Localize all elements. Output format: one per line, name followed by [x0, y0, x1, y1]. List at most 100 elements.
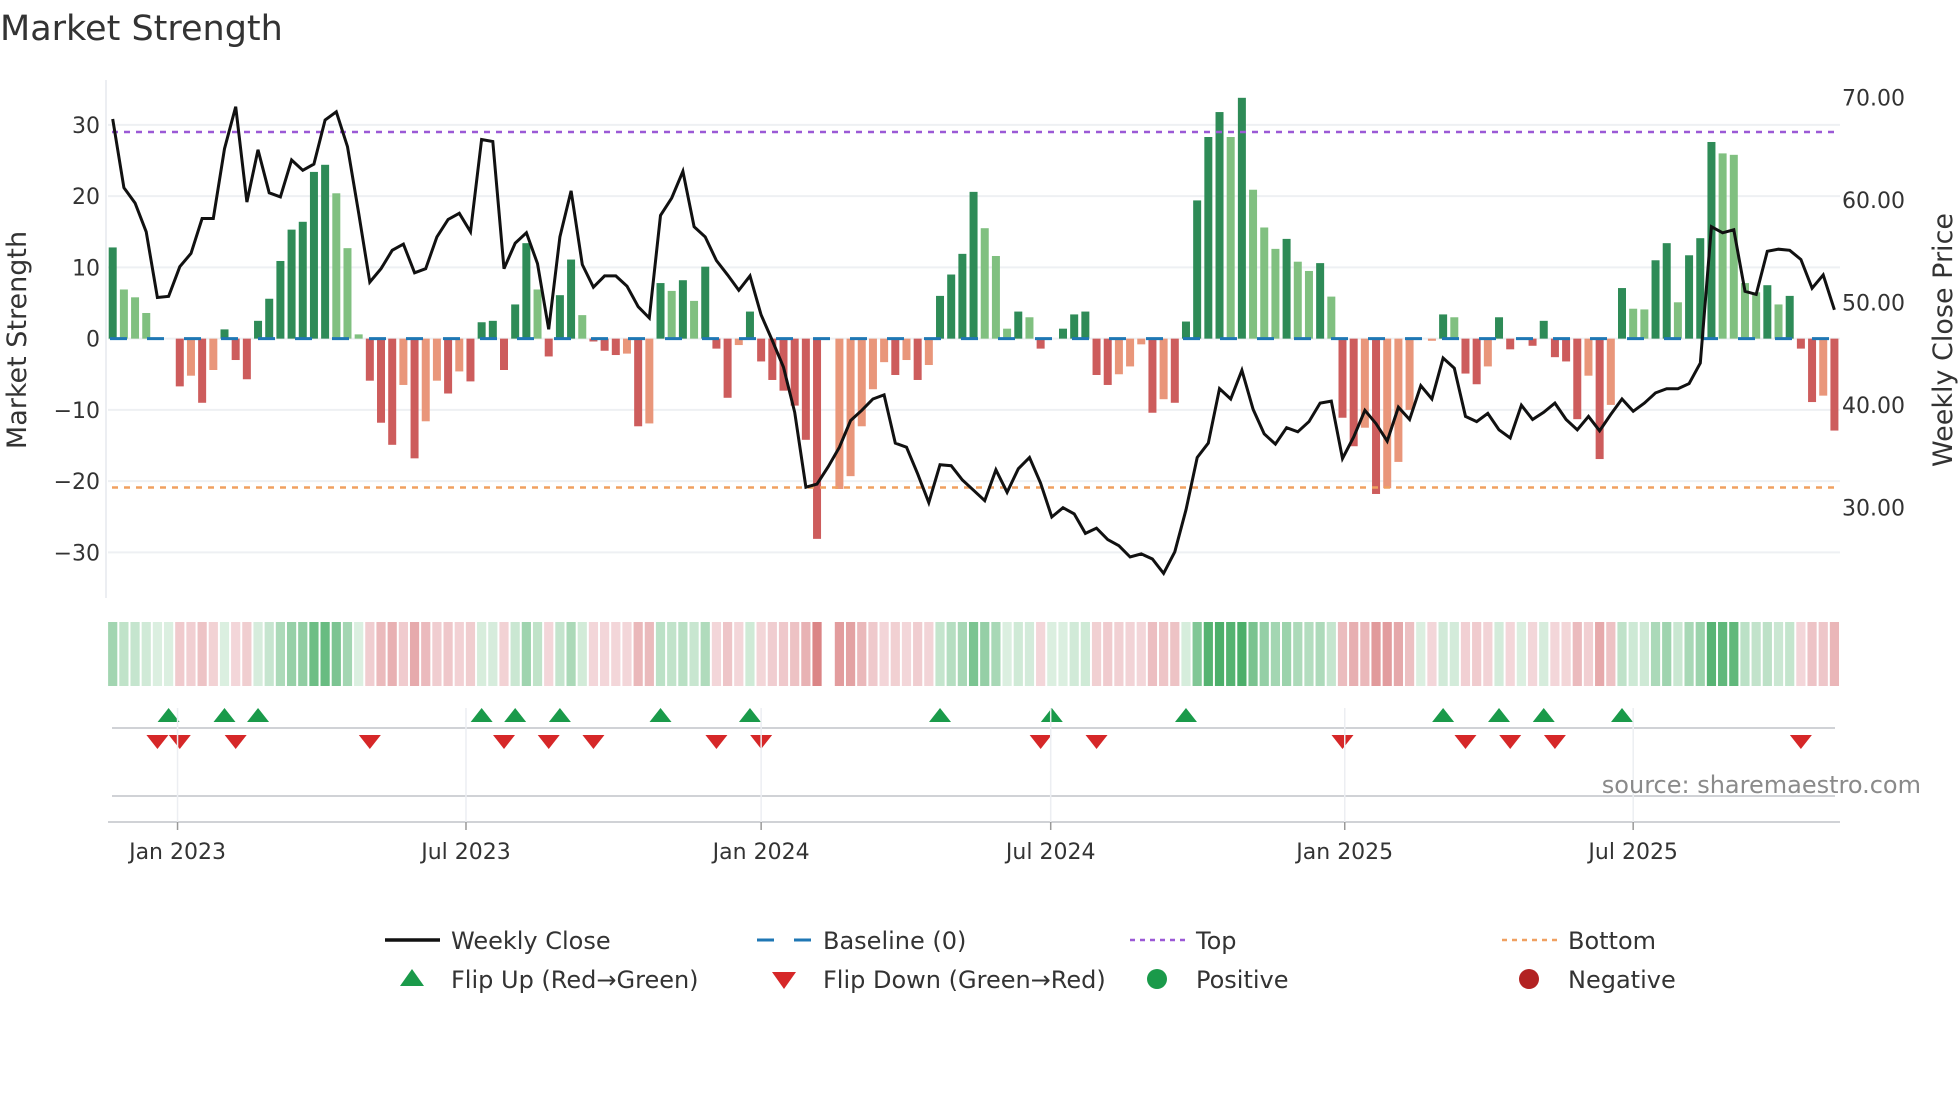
strip-cell: [1125, 622, 1135, 686]
strength-bar: [1282, 238, 1291, 339]
strength-bar: [1427, 338, 1436, 341]
strength-bar: [1114, 338, 1123, 375]
strip-cell: [253, 622, 263, 686]
strip-cell: [868, 622, 878, 686]
strip-cell: [1550, 622, 1560, 686]
strip-cell: [890, 622, 900, 686]
strength-bar: [1573, 338, 1582, 420]
strip-cell: [1527, 622, 1538, 686]
legend-label: Flip Down (Green→Red): [823, 966, 1106, 994]
strip-cell: [331, 622, 341, 686]
legend: Weekly Close Baseline (0) Top Bottom Flip Up…: [385, 927, 1676, 994]
strip-cell: [1583, 622, 1594, 686]
strength-bar: [1193, 200, 1202, 339]
flip-up-marker: [1040, 708, 1063, 722]
strength-bar: [455, 338, 464, 372]
strip-cell: [1103, 622, 1113, 686]
strip-cell: [1293, 622, 1303, 686]
strength-bar: [1204, 137, 1213, 339]
strip-cell: [1684, 622, 1694, 686]
legend-item-top: Top: [1130, 927, 1237, 955]
flip-down-marker: [493, 735, 515, 749]
triangle-down-icon: [772, 972, 796, 989]
strip-cell: [1013, 622, 1023, 686]
flip-up-marker: [649, 708, 672, 722]
strip-cell: [1326, 622, 1336, 686]
strength-bar: [1662, 243, 1671, 339]
strip-cell: [1706, 622, 1717, 686]
strip-cell: [1170, 622, 1180, 686]
strength-bar: [1495, 317, 1504, 339]
strength-bar: [1405, 338, 1414, 410]
strength-bar: [1338, 338, 1347, 418]
strip-cell: [790, 622, 800, 686]
strip-cell: [678, 622, 688, 686]
strength-bar: [723, 338, 732, 398]
strength-bar: [555, 295, 564, 339]
strip-cell: [465, 622, 476, 686]
strength-bar: [131, 297, 140, 339]
strip-cell: [197, 622, 207, 686]
strength-bar: [634, 338, 643, 427]
strength-bar: [287, 229, 296, 339]
strength-bar: [421, 338, 430, 422]
strength-bar: [1103, 338, 1112, 385]
strength-bar: [1685, 255, 1694, 339]
strength-bar: [1316, 263, 1325, 339]
strength-bar: [578, 315, 587, 339]
strip-cell: [1147, 622, 1158, 686]
strip-cell: [1718, 622, 1728, 686]
strip-cell: [1214, 622, 1225, 686]
strength-bar: [801, 338, 810, 440]
strip-cell: [1796, 622, 1806, 686]
strip-cell: [1472, 622, 1482, 686]
strength-bar: [1618, 288, 1626, 339]
left-tick-label: −20: [54, 470, 100, 495]
strip-cell: [1572, 622, 1582, 686]
strip-cell: [510, 622, 520, 686]
strength-bar: [1673, 302, 1682, 339]
strength-bar: [1059, 328, 1067, 339]
strip-cell: [1058, 622, 1068, 686]
strength-bar: [254, 320, 263, 339]
strength-bar: [343, 248, 352, 339]
strip-cell: [342, 622, 353, 686]
left-tick-label: 30: [72, 114, 100, 139]
legend-item-positive: Positive: [1147, 966, 1289, 994]
strip-cell: [767, 622, 777, 686]
strength-bar: [1606, 338, 1615, 405]
strength-bar: [377, 338, 386, 423]
strength-bar: [488, 320, 497, 339]
legend-item-baseline: Baseline (0): [757, 927, 966, 955]
strength-bar: [321, 164, 330, 339]
left-axis-label: Market Strength: [2, 231, 33, 449]
strip-cell: [1248, 622, 1258, 686]
strength-bar: [1226, 137, 1235, 339]
strip-cell: [600, 622, 610, 686]
strip-cell: [700, 622, 710, 686]
left-tick-label: 0: [86, 328, 100, 353]
strip-cell: [231, 622, 241, 686]
strip-cell: [1818, 622, 1828, 686]
legend-item-bottom: Bottom: [1502, 927, 1656, 955]
strength-bar: [969, 191, 978, 339]
strip-cell: [968, 622, 979, 686]
strength-bar: [1304, 270, 1313, 339]
strength-bar: [533, 289, 542, 339]
strip-cell: [935, 622, 945, 686]
market-strength-chart: Market Strength −30 −20 −10 0 10 20 30 30.00 40…: [0, 9, 1959, 994]
strength-bar: [947, 274, 956, 339]
strength-bar: [1562, 338, 1571, 362]
strip-cell: [488, 622, 498, 686]
strength-bar: [567, 259, 576, 339]
strip-cell: [1829, 622, 1840, 686]
flip-up-marker: [1611, 708, 1633, 722]
strip-cell: [1024, 622, 1035, 686]
strip-cell: [1304, 622, 1314, 686]
strip-cell: [1483, 622, 1493, 686]
strip-cell: [354, 622, 364, 686]
strip-cell: [1617, 622, 1627, 686]
strip-cell: [644, 622, 654, 686]
strip-cell: [1270, 622, 1281, 686]
strip-cell: [387, 622, 397, 686]
